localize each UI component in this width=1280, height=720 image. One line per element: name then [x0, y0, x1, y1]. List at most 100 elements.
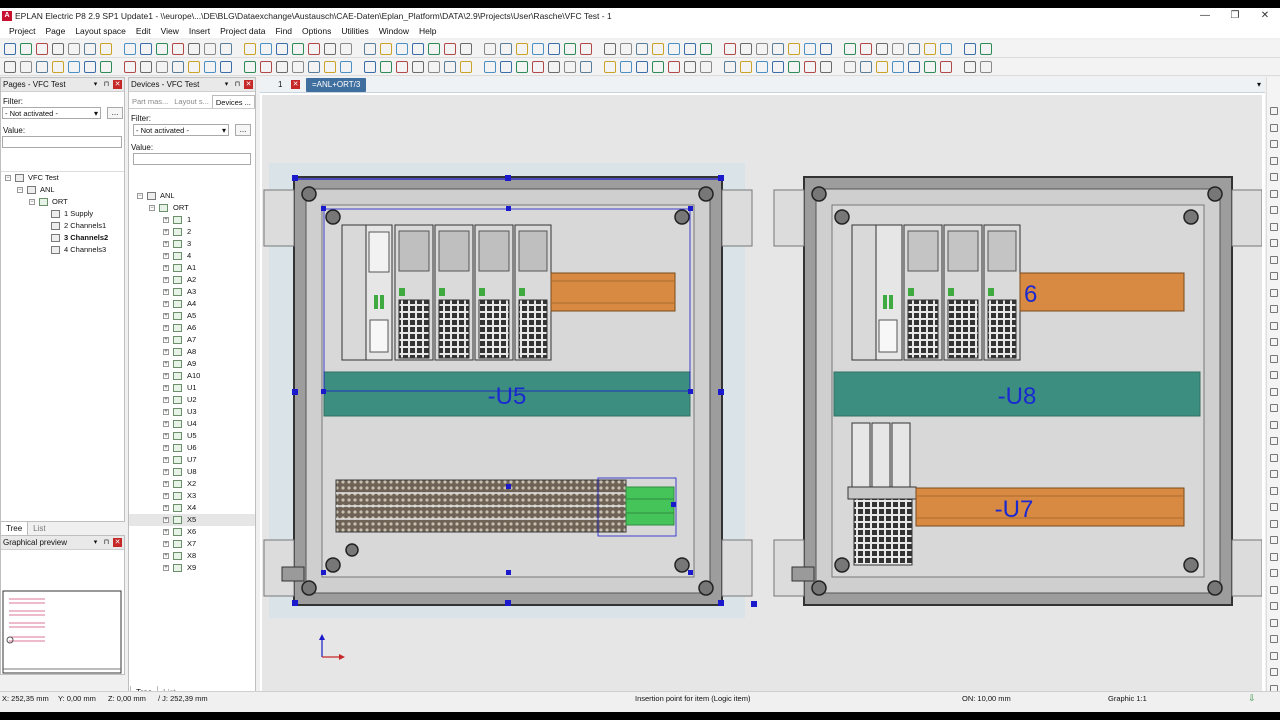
- minimize-button[interactable]: —: [1190, 8, 1220, 24]
- toolbar-tool-icon[interactable]: [204, 43, 216, 55]
- subtab-part-master[interactable]: Part mas...: [129, 95, 171, 108]
- pages-filter-more-button[interactable]: ...: [107, 107, 123, 119]
- toolbar-tool-icon[interactable]: [324, 43, 336, 55]
- device-tree-item[interactable]: + A4: [129, 298, 255, 310]
- symbol-tool-icon[interactable]: [1270, 387, 1278, 396]
- toolbar-tool-icon[interactable]: [532, 61, 544, 73]
- toolbar-tool-icon[interactable]: [804, 61, 816, 73]
- toolbar-tool-icon[interactable]: [220, 61, 232, 73]
- toolbar-tool-icon[interactable]: [100, 61, 112, 73]
- toolbar-tool-icon[interactable]: [68, 43, 80, 55]
- toolbar-tool-icon[interactable]: [124, 43, 136, 55]
- toolbar-tool-icon[interactable]: [100, 43, 112, 55]
- menu-utilities[interactable]: Utilities: [336, 26, 373, 36]
- toolbar-tool-icon[interactable]: [260, 43, 272, 55]
- expand-toggle-icon[interactable]: +: [163, 265, 169, 271]
- toolbar-tool-icon[interactable]: [684, 43, 696, 55]
- pages-tree-item[interactable]: − ORT: [1, 196, 124, 208]
- toolbar-tool-icon[interactable]: [84, 61, 96, 73]
- toolbar-tool-icon[interactable]: [156, 61, 168, 73]
- expand-toggle-icon[interactable]: +: [163, 217, 169, 223]
- menu-insert[interactable]: Insert: [184, 26, 215, 36]
- menu-project-data[interactable]: Project data: [215, 26, 270, 36]
- toolbar-tool-icon[interactable]: [700, 61, 712, 73]
- toolbar-tool-icon[interactable]: [620, 43, 632, 55]
- device-tree-item[interactable]: + X5: [129, 514, 255, 526]
- device-tree-item[interactable]: + X6: [129, 526, 255, 538]
- panel-menu-icon[interactable]: ▾: [222, 80, 231, 89]
- toolbar-tool-icon[interactable]: [220, 43, 232, 55]
- toolbar-tool-icon[interactable]: [156, 43, 168, 55]
- toolbar-tool-icon[interactable]: [668, 43, 680, 55]
- menu-help[interactable]: Help: [414, 26, 441, 36]
- pages-tree-item[interactable]: 1 Supply: [1, 208, 124, 220]
- menu-window[interactable]: Window: [374, 26, 414, 36]
- expand-toggle-icon[interactable]: +: [163, 289, 169, 295]
- menu-page[interactable]: Page: [40, 26, 70, 36]
- device-tree-item[interactable]: + U2: [129, 394, 255, 406]
- panel-menu-icon[interactable]: ▾: [91, 538, 100, 547]
- expand-toggle-icon[interactable]: +: [163, 229, 169, 235]
- toolbar-tool-icon[interactable]: [908, 43, 920, 55]
- device-tree-item[interactable]: + X3: [129, 490, 255, 502]
- toolbar-tool-icon[interactable]: [740, 61, 752, 73]
- collapse-toggle-icon[interactable]: −: [29, 199, 35, 205]
- device-tree-item[interactable]: + A6: [129, 322, 255, 334]
- menu-view[interactable]: View: [156, 26, 184, 36]
- pages-filter-select[interactable]: - Not activated -: [2, 107, 101, 119]
- din-rail[interactable]: [1019, 272, 1185, 312]
- symbol-tool-icon[interactable]: [1270, 354, 1278, 363]
- expand-toggle-icon[interactable]: +: [163, 433, 169, 439]
- toolbar-tool-icon[interactable]: [724, 43, 736, 55]
- device-tree-item[interactable]: +2: [129, 226, 255, 238]
- layout-canvas[interactable]: -U5 6 -U8 -U7: [262, 95, 1263, 695]
- cabinet-right[interactable]: 6 -U8 -U7: [773, 176, 1263, 606]
- toolbar-tool-icon[interactable]: [964, 61, 976, 73]
- expand-toggle-icon[interactable]: +: [163, 457, 169, 463]
- din-rail[interactable]: [550, 272, 676, 312]
- expand-toggle-icon[interactable]: +: [163, 337, 169, 343]
- pages-tree-item[interactable]: 4 Channels3: [1, 244, 124, 256]
- symbol-tool-icon[interactable]: [1270, 107, 1278, 115]
- pages-tree-item[interactable]: − ANL: [1, 184, 124, 196]
- device-tree-item[interactable]: + A9: [129, 358, 255, 370]
- expand-toggle-icon[interactable]: +: [163, 277, 169, 283]
- close-icon[interactable]: ✕: [113, 538, 122, 547]
- pages-tree-item[interactable]: − VFC Test: [1, 172, 124, 184]
- expand-toggle-icon[interactable]: +: [163, 493, 169, 499]
- symbol-tool-icon[interactable]: [1270, 288, 1278, 297]
- device-tree-item[interactable]: + X2: [129, 478, 255, 490]
- toolbar-tool-icon[interactable]: [548, 61, 560, 73]
- toolbar-tool-icon[interactable]: [260, 61, 272, 73]
- toolbar-tool-icon[interactable]: [604, 43, 616, 55]
- symbol-tool-icon[interactable]: [1270, 338, 1278, 346]
- pin-icon[interactable]: ⊓: [233, 80, 242, 89]
- toolbar-tool-icon[interactable]: [36, 43, 48, 55]
- symbol-tool-icon[interactable]: [1270, 156, 1278, 165]
- symbol-tool-icon[interactable]: [1270, 123, 1278, 132]
- pin-icon[interactable]: ⊓: [102, 538, 111, 547]
- menu-options[interactable]: Options: [297, 26, 336, 36]
- symbol-tool-icon[interactable]: [1270, 305, 1278, 313]
- device-tree-item[interactable]: + U7: [129, 454, 255, 466]
- toolbar-tool-icon[interactable]: [500, 43, 512, 55]
- device-tree-item[interactable]: + A2: [129, 274, 255, 286]
- toolbar-tool-icon[interactable]: [204, 61, 216, 73]
- device-tree-item[interactable]: +4: [129, 250, 255, 262]
- toolbar-tool-icon[interactable]: [636, 43, 648, 55]
- pages-tree-item[interactable]: 3 Channels2: [1, 232, 124, 244]
- toolbar-tool-icon[interactable]: [308, 43, 320, 55]
- cabinet-layout-drawing[interactable]: -U5 6 -U8 -U7: [262, 95, 1263, 695]
- subtab-devices[interactable]: Devices ...: [211, 95, 255, 108]
- expand-toggle-icon[interactable]: +: [163, 505, 169, 511]
- toolbar-tool-icon[interactable]: [844, 61, 856, 73]
- toolbar-tool-icon[interactable]: [460, 61, 472, 73]
- cabinet-left[interactable]: -U5: [263, 175, 757, 607]
- toolbar-tool-icon[interactable]: [756, 61, 768, 73]
- tab-tree[interactable]: Tree: [0, 522, 29, 536]
- device-tree-item[interactable]: +3: [129, 238, 255, 250]
- toolbar-tool-icon[interactable]: [340, 43, 352, 55]
- toolbar-tool-icon[interactable]: [684, 61, 696, 73]
- collapse-toggle-icon[interactable]: −: [5, 175, 11, 181]
- symbol-tool-icon[interactable]: [1270, 206, 1278, 214]
